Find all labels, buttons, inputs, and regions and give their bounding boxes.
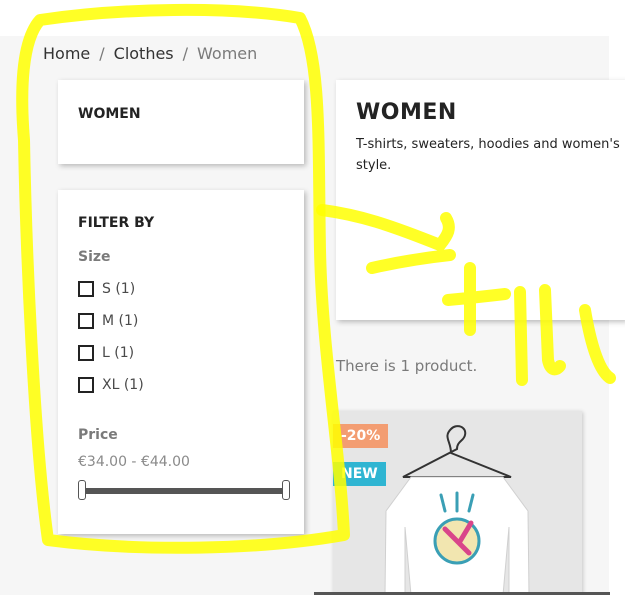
size-facet-title: Size [78,249,111,265]
size-option-label: XL (1) [102,377,144,393]
price-slider-max-handle[interactable] [282,480,290,500]
price-slider-track [82,488,286,494]
product-card[interactable]: -20% NEW [333,411,582,595]
breadcrumb: Home / Clothes / Women [43,44,257,63]
checkbox-icon[interactable] [78,345,94,361]
category-header-card: WOMEN T-shirts, sweaters, hoodies and wo… [336,80,625,320]
breadcrumb-clothes-link[interactable]: Clothes [114,44,174,63]
checkbox-icon[interactable] [78,313,94,329]
size-option-s[interactable]: S (1) [78,281,135,297]
filter-title: FILTER BY [78,215,155,231]
size-option-label: S (1) [102,281,136,297]
category-description: T-shirts, sweaters, hoodies and women's … [356,137,620,173]
product-count: There is 1 product. [336,357,478,375]
breadcrumb-separator: / [182,44,189,63]
size-option-label: M (1) [102,313,139,329]
category-title-link[interactable]: WOMEN [78,106,141,122]
breadcrumb-current: Women [197,44,258,63]
filter-panel: FILTER BY Size S (1) M (1) L (1) XL (1) … [58,190,304,534]
checkbox-icon[interactable] [78,377,94,393]
size-option-l[interactable]: L (1) [78,345,134,361]
breadcrumb-home-link[interactable]: Home [43,44,90,63]
breadcrumb-separator: / [99,44,105,63]
size-option-xl[interactable]: XL (1) [78,377,144,393]
size-option-label: L (1) [102,345,135,361]
price-facet-title: Price [78,427,118,443]
new-badge: NEW [333,462,386,486]
category-tree-card: WOMEN [58,80,304,164]
price-slider-min-handle[interactable] [78,480,86,500]
discount-badge: -20% [333,424,389,448]
checkbox-icon[interactable] [78,281,94,297]
category-heading: WOMEN [356,100,457,125]
price-range-label: €34.00 - €44.00 [78,454,190,470]
price-slider[interactable] [78,480,290,500]
size-option-m[interactable]: M (1) [78,313,138,329]
